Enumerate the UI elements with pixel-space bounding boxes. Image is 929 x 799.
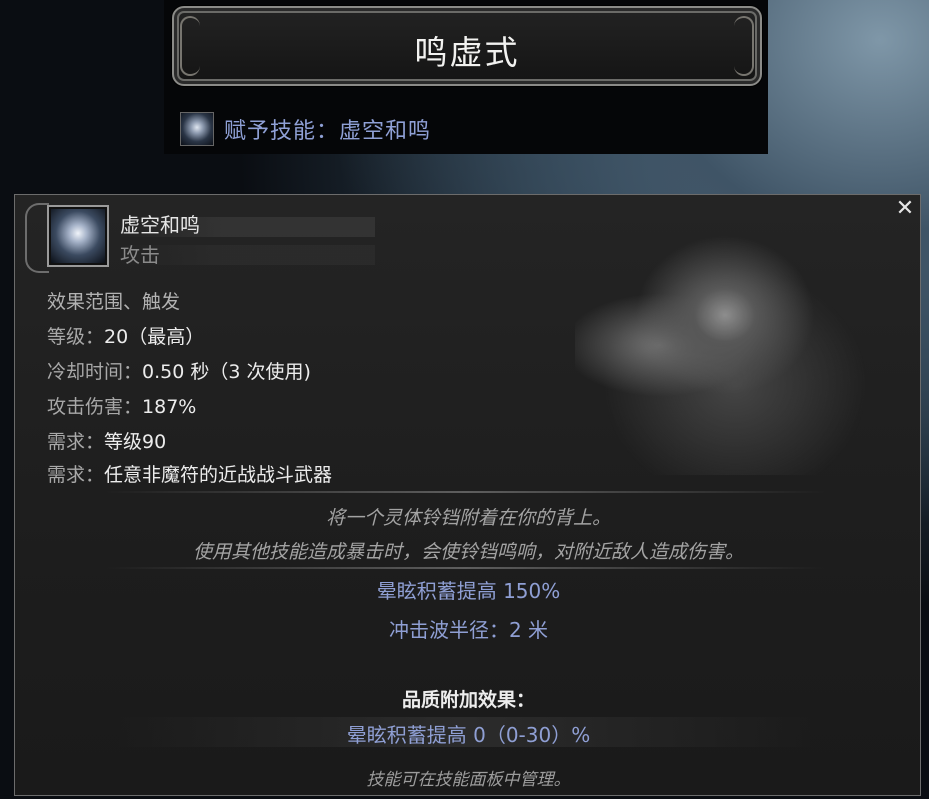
granted-skill-text: 赋予技能：虚空和鸣 [224,119,432,144]
stat-label: 攻击伤害： [47,396,143,418]
modifier-line: 晕眩积蓄提高 150% [376,579,561,603]
stat-label: 需求： [47,431,105,453]
tooltip-footer: 技能可在技能面板中管理。 [366,770,571,790]
quality-modifier: 晕眩积蓄提高 0（0-30）% [346,723,591,747]
stat-label: 需求： [47,464,105,486]
skill-tags: 效果范围、触发 [47,291,181,313]
close-icon[interactable]: ✕ [894,198,916,221]
stat-value: 20（最高） [104,326,205,348]
item-title: 鸣虚式 [414,33,520,72]
skill-illustration [575,235,905,475]
skill-tooltip: ✕ 虚空和鸣 攻击 效果范围、触发 等级：20（最高） 冷却时间：0.50 秒（… [14,194,921,796]
stat-value: 0.50 秒（3 次使用) [142,361,311,383]
stat-attack-damage: 攻击伤害：187% [47,392,196,419]
stat-level: 等级：20（最高） [47,322,204,349]
stat-value: 任意非魔符的近战战斗武器 [104,464,333,486]
frame-ornament [25,203,49,273]
granted-skill-row[interactable]: 赋予技能：虚空和鸣 [180,110,431,148]
skill-name: 虚空和鸣 [120,213,200,237]
divider [105,567,825,569]
item-title-plate: 鸣虚式 [172,6,762,86]
stat-cooldown: 冷却时间：0.50 秒（3 次使用) [47,357,311,384]
stat-label: 冷却时间： [47,361,143,383]
modifier-line: 冲击波半径：2 米 [388,618,549,642]
description-line: 使用其他技能造成暴击时，会使铃铛鸣响，对附近敌人造成伤害。 [192,541,744,563]
quality-header: 品质附加效果： [401,689,535,711]
stat-requirement-weapon: 需求：任意非魔符的近战战斗武器 [47,460,332,487]
skill-type: 攻击 [120,243,160,267]
spirit-bell-skill-icon [180,112,214,146]
description-line: 将一个灵体铃铛附着在你的背上。 [325,507,611,529]
spirit-bell-skill-icon [51,209,105,263]
skill-icon-frame [47,205,109,267]
stat-label: 等级： [47,326,105,348]
divider [105,491,825,493]
stat-value: 等级90 [104,431,167,453]
stat-value: 187% [142,396,197,418]
stat-requirement-level: 需求：等级90 [47,427,166,454]
